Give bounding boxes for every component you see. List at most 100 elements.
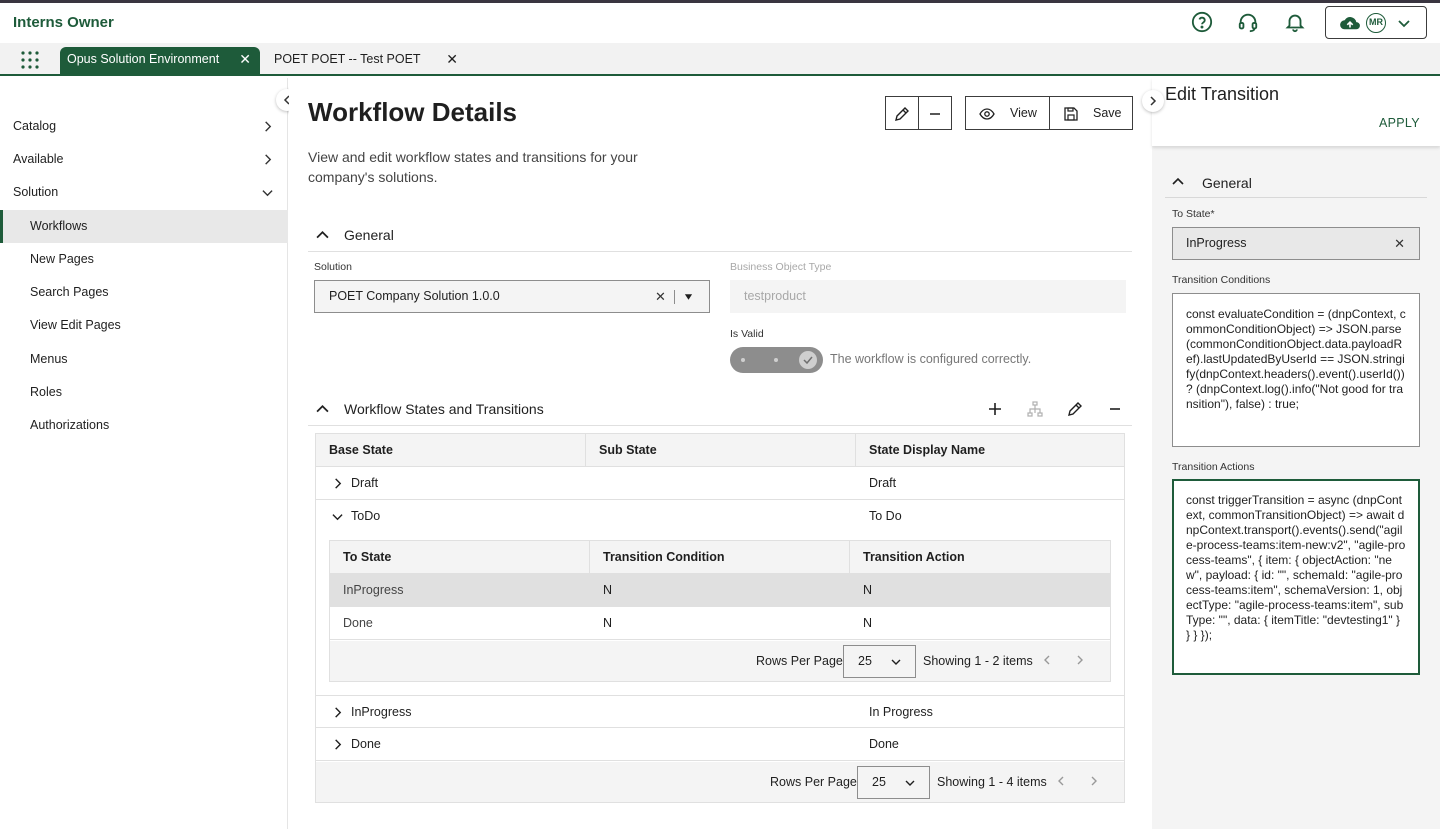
sidebar-item-authorizations[interactable]: Authorizations — [0, 409, 288, 442]
toggle-dot — [774, 358, 778, 362]
display-name-cell: Done — [869, 737, 899, 751]
plus-icon[interactable] — [987, 401, 1003, 417]
panel-collapse-button[interactable] — [1142, 90, 1164, 112]
table-row[interactable]: Done N N — [330, 607, 1110, 640]
transition-actions-textarea[interactable]: const triggerTransition = async (dnpCont… — [1172, 479, 1420, 675]
rows-per-page-select[interactable]: 25 — [843, 645, 916, 678]
tab-poet-test[interactable]: POET POET -- Test POET ✕ — [267, 47, 467, 75]
sidebar-item-search-pages[interactable]: Search Pages — [0, 276, 288, 309]
rows-per-page-label: Rows Per Page — [756, 654, 843, 668]
top-bar: Interns Owner MR — [0, 3, 1440, 43]
display-name-cell: In Progress — [869, 705, 933, 719]
view-label: View — [1010, 106, 1037, 120]
edit-button[interactable] — [885, 96, 919, 130]
save-icon — [1064, 107, 1078, 121]
sidebar-item-label: Search Pages — [30, 285, 109, 299]
column-header[interactable]: Transition Condition — [590, 541, 850, 574]
to-state-cell: Done — [343, 616, 373, 630]
table-row[interactable]: ToDo To Do — [316, 500, 1124, 533]
account-menu-button[interactable]: MR — [1325, 6, 1427, 39]
chevron-right-icon — [265, 154, 272, 165]
states-pager: Rows Per Page 25 Showing 1 - 4 items — [316, 762, 1124, 802]
next-page-icon[interactable] — [1075, 655, 1085, 665]
bell-icon[interactable] — [1284, 11, 1306, 33]
divider — [674, 290, 675, 304]
caret-down-icon[interactable] — [684, 293, 693, 301]
general-section-header[interactable]: General — [308, 220, 1132, 252]
chevron-up-icon — [316, 231, 329, 239]
transition-conditions-textarea[interactable]: const evaluateCondition = (dnpContext, c… — [1172, 293, 1420, 447]
panel-title: Edit Transition — [1165, 84, 1280, 104]
prev-page-icon[interactable] — [1042, 655, 1052, 665]
main-content: Workflow Details View and edit workflow … — [289, 78, 1152, 829]
apply-button[interactable]: APPLY — [1379, 116, 1420, 130]
close-icon[interactable]: ✕ — [239, 47, 251, 71]
tab-bar: Opus Solution Environment ✕ POET POET --… — [0, 43, 1440, 76]
display-name-cell: Draft — [869, 476, 897, 490]
condition-cell: N — [603, 616, 613, 630]
save-label: Save — [1093, 106, 1122, 120]
column-header[interactable]: Base State — [316, 434, 586, 467]
save-button[interactable]: Save — [1049, 96, 1133, 130]
prev-page-icon[interactable] — [1056, 776, 1066, 786]
sidebar-item-view-edit-pages[interactable]: View Edit Pages — [0, 309, 288, 342]
minus-icon[interactable] — [1107, 401, 1123, 417]
panel-general-section-header[interactable]: General — [1165, 168, 1427, 198]
pencil-icon — [895, 107, 909, 121]
sidebar-item-label: Workflows — [30, 219, 88, 233]
to-state-cell: InProgress — [343, 583, 404, 597]
chevron-down-icon[interactable] — [332, 511, 343, 522]
sidebar-item-roles[interactable]: Roles — [0, 376, 288, 409]
table-row[interactable]: InProgress In Progress — [316, 695, 1124, 728]
to-state-field[interactable]: InProgress ✕ — [1172, 227, 1420, 260]
chevron-right-icon — [1150, 96, 1157, 106]
base-state-cell: Draft — [351, 476, 379, 490]
table-row[interactable]: Done Done — [316, 728, 1124, 761]
tab-opus-solution-environment[interactable]: Opus Solution Environment ✕ — [60, 47, 260, 75]
chevron-up-icon — [1172, 177, 1184, 185]
edit-transition-panel: Edit Transition APPLY General To State* … — [1142, 78, 1440, 829]
column-header[interactable]: Sub State — [586, 434, 856, 467]
sidebar-item-solution[interactable]: Solution — [0, 176, 288, 209]
view-button[interactable]: View — [965, 96, 1050, 130]
rows-per-page-label: Rows Per Page — [770, 775, 857, 789]
condition-cell: N — [603, 583, 613, 597]
column-header[interactable]: To State — [330, 541, 590, 574]
is-valid-toggle — [730, 347, 823, 373]
business-object-type-field: testproduct — [730, 280, 1126, 313]
sidebar-item-menus[interactable]: Menus — [0, 343, 288, 376]
rows-per-page-select[interactable]: 25 — [857, 766, 930, 799]
close-icon[interactable]: ✕ — [655, 281, 666, 312]
sidebar-item-catalog[interactable]: Catalog — [0, 110, 288, 143]
table-row[interactable]: Draft Draft — [316, 467, 1124, 500]
chevron-down-icon — [262, 190, 273, 197]
sidebar-item-label: Authorizations — [30, 418, 110, 432]
column-header[interactable]: State Display Name — [856, 434, 1126, 467]
chevron-right-icon[interactable] — [332, 739, 343, 750]
sidebar-item-available[interactable]: Available — [0, 143, 288, 176]
column-header[interactable]: Transition Action — [850, 541, 1110, 574]
sidebar-item-new-pages[interactable]: New Pages — [0, 243, 288, 276]
support-headset-icon[interactable] — [1237, 11, 1259, 33]
sidebar-item-label: Roles — [30, 385, 62, 399]
page-description: View and edit workflow states and transi… — [308, 149, 638, 185]
app-title: Interns Owner — [13, 14, 114, 31]
chevron-right-icon[interactable] — [332, 707, 343, 718]
collapse-all-button[interactable] — [918, 96, 952, 130]
base-state-cell: ToDo — [351, 509, 381, 523]
close-icon[interactable]: ✕ — [446, 47, 458, 71]
next-page-icon[interactable] — [1089, 776, 1099, 786]
sidebar-item-workflows[interactable]: Workflows — [0, 210, 288, 243]
close-icon[interactable]: ✕ — [1394, 228, 1405, 259]
apps-grid-icon[interactable] — [20, 50, 40, 70]
transition-conditions-label: Transition Conditions — [1172, 274, 1271, 286]
chevron-right-icon[interactable] — [332, 478, 343, 489]
chevron-right-icon — [265, 121, 272, 132]
workflow-states-section-header[interactable]: Workflow States and Transitions — [308, 394, 1132, 426]
pencil-icon[interactable] — [1067, 401, 1083, 417]
table-row[interactable]: InProgress N N — [330, 574, 1110, 607]
sidebar-item-label: View Edit Pages — [30, 318, 121, 332]
tab-label: Opus Solution Environment — [67, 52, 220, 66]
solution-select[interactable]: POET Company Solution 1.0.0 ✕ — [314, 280, 710, 313]
help-icon[interactable] — [1191, 11, 1213, 33]
